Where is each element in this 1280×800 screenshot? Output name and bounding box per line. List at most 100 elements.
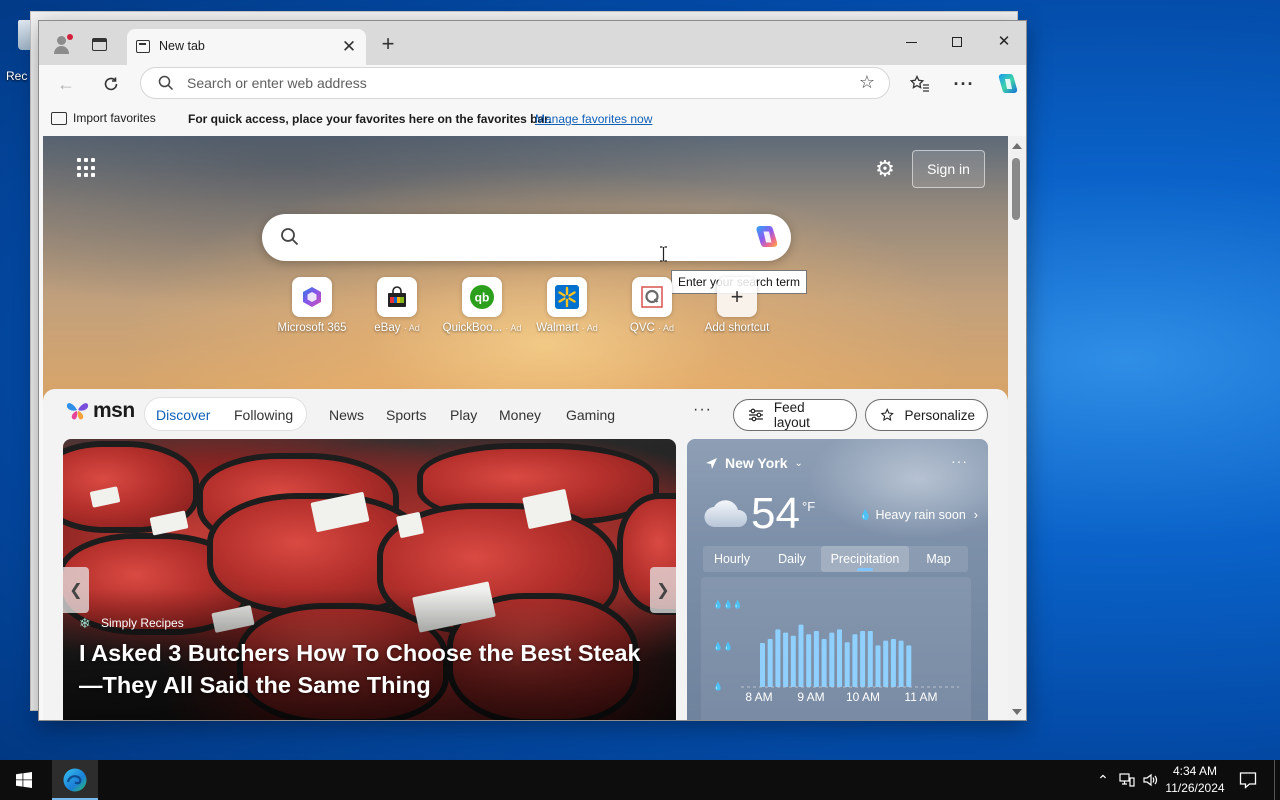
weather-tab-daily[interactable]: Daily [763,546,821,572]
article-source[interactable]: ❄ Simply Recipes [79,616,184,630]
scroll-up-arrow-icon[interactable] [1012,143,1022,149]
tab-money[interactable]: Money [499,407,541,423]
tab-sports[interactable]: Sports [386,407,426,423]
weather-tab-map[interactable]: Map [909,546,968,572]
hero-news-card[interactable]: ❮ ❯ ❄ Simply Recipes I Asked 3 Butchers … [63,439,676,720]
scrollbar-thumb[interactable] [1012,158,1020,220]
tab-news[interactable]: News [329,407,364,423]
refresh-button[interactable] [97,70,125,98]
chevron-right-icon: ❯ [656,582,670,599]
precipitation-bar [821,639,827,687]
precipitation-bar [867,631,873,687]
personalize-label: Personalize [904,407,975,423]
maximize-button[interactable] [935,32,979,54]
weather-tab-precipitation[interactable]: Precipitation [821,546,909,572]
carousel-prev-button[interactable]: ❮ [63,567,89,613]
microsoft-365-icon [303,287,321,307]
tab-actions-icon[interactable] [86,31,112,57]
tab-following[interactable]: Following [234,407,293,423]
precipitation-bar [767,639,773,687]
time-tick-label: 9 AM [797,690,824,704]
precipitation-bar [798,624,804,687]
minimize-button[interactable] [889,32,933,54]
tab-discover[interactable]: Discover [156,407,210,423]
shortcut-qvc[interactable]: QVC · Ad [608,277,693,337]
web-search-box[interactable] [262,214,791,261]
copilot-search-icon[interactable] [751,222,781,252]
newtab-favicon-icon [136,40,150,53]
volume-button[interactable] [1140,760,1162,800]
weather-alert[interactable]: 💧 Heavy rain soon › [859,508,978,522]
weather-card[interactable]: New York ⌄ ··· 54 °F 💧 Heavy rain soon ›… [687,439,988,720]
sign-in-button[interactable]: Sign in [912,150,985,188]
search-icon [158,75,174,91]
title-bar: New tab ✕ + ✕ [39,21,1026,65]
shortcut-walmart[interactable]: Walmart · Ad [523,277,608,337]
sparkle-star-icon [880,408,894,421]
precipitation-bar [783,632,789,687]
page-scrollbar[interactable] [1008,136,1026,720]
favorites-button[interactable] [906,70,934,98]
app-launcher-icon[interactable] [77,158,97,178]
system-clock[interactable]: 4:34 AM 11/26/2024 [1162,763,1228,797]
new-tab-button[interactable]: + [375,33,401,57]
personalize-button[interactable]: Personalize [865,399,988,431]
network-button[interactable] [1116,760,1138,800]
feed-layout-button[interactable]: Feed layout [733,399,857,431]
svg-text:qb: qb [475,291,490,305]
shortcut-quickbooks[interactable]: qb QuickBoo... · Ad [438,277,523,337]
feed-more-tabs-button[interactable]: ··· [693,401,712,419]
shortcut-label: eBay [374,322,401,334]
tab-gaming[interactable]: Gaming [566,407,615,423]
close-window-button[interactable]: ✕ [982,32,1026,54]
weather-tab-hourly[interactable]: Hourly [703,546,761,572]
shortcut-label: QVC [629,322,655,334]
favorites-icon [909,74,929,92]
shortcut-add[interactable]: + Add shortcut [693,277,778,337]
action-center-button[interactable] [1236,760,1260,800]
qvc-icon [641,286,663,308]
time-tick-label: 10 AM [846,690,880,704]
location-arrow-icon [706,457,717,469]
cloudy-weather-icon [704,500,748,528]
address-input[interactable] [187,73,807,93]
address-bar[interactable]: ☆ [140,67,890,99]
close-tab-icon[interactable]: ✕ [339,37,359,57]
chevron-up-icon: ⌃ [1097,771,1109,788]
plus-icon: + [730,284,744,309]
back-button[interactable]: ← [52,70,80,98]
page-settings-gear-icon[interactable]: ⚙ [873,157,897,181]
precipitation-bar [906,645,912,687]
chevron-down-icon: ⌄ [794,457,803,469]
taskbar-edge-button[interactable] [52,760,98,800]
weather-location[interactable]: New York ⌄ [705,455,803,471]
show-desktop-button[interactable] [1274,760,1275,800]
speaker-icon [1143,773,1158,787]
profile-icon[interactable] [49,31,75,57]
settings-more-button[interactable]: ··· [950,70,978,98]
scroll-down-arrow-icon[interactable] [1012,709,1022,715]
import-favorites-button[interactable]: Import favorites [51,108,156,128]
shortcut-ebay[interactable]: eBay · Ad [353,277,438,337]
start-button[interactable] [0,760,48,800]
shortcut-microsoft-365[interactable]: Microsoft 365 [268,277,353,337]
ad-badge: · Ad [581,323,598,333]
manage-favorites-link[interactable]: Manage favorites now [535,112,652,126]
shortcut-label: Walmart [536,322,579,334]
add-favorite-star-icon[interactable]: ☆ [859,72,875,93]
precipitation-bar [790,635,796,687]
tab-new-tab[interactable]: New tab ✕ [127,29,366,65]
copilot-button[interactable] [994,71,1020,97]
carousel-next-button[interactable]: ❯ [650,567,676,613]
weather-more-button[interactable]: ··· [951,453,968,469]
msn-logo[interactable]: msn [65,398,135,424]
article-headline[interactable]: I Asked 3 Butchers How To Choose the Bes… [79,637,659,701]
precipitation-bar [844,642,850,687]
msn-feed: msn Discover Following News Sports Play … [43,389,1008,720]
precipitation-bar [760,643,765,687]
weather-temperature: 54 [751,489,800,538]
time-tick-label: 11 AM [904,690,937,704]
tab-play[interactable]: Play [450,407,477,423]
show-hidden-icons-button[interactable]: ⌃ [1094,760,1112,800]
sliders-icon [748,408,763,422]
